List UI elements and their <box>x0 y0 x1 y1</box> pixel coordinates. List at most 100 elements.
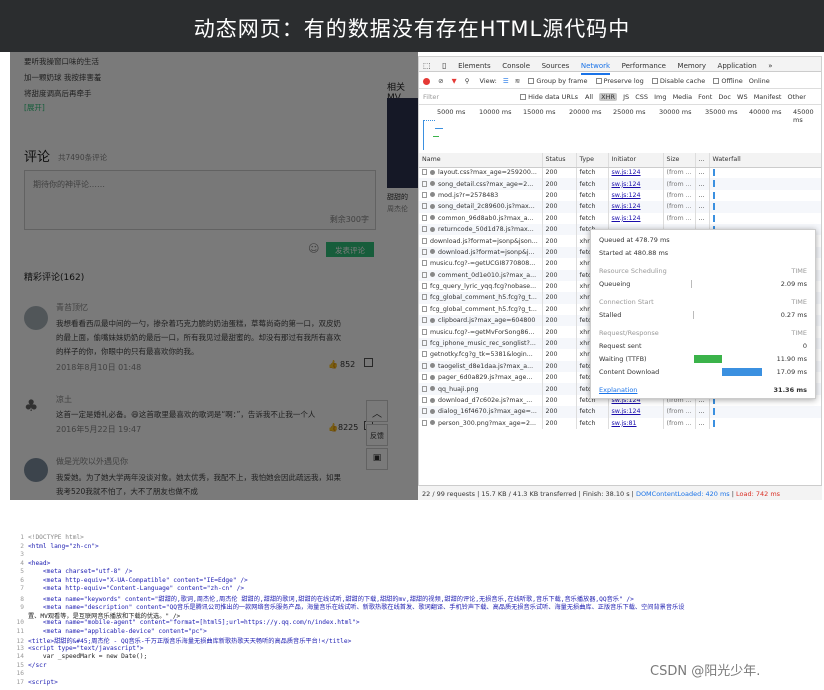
line-number: 5 <box>20 568 24 575</box>
request-name-cell: song_detail_2c89600.js?max... <box>419 201 543 213</box>
offline-checkbox[interactable] <box>713 78 720 84</box>
column-header[interactable]: Initiator <box>608 153 664 168</box>
tab-memory[interactable]: Memory <box>678 62 706 70</box>
comment-user[interactable]: 做是光吹以外遇见你 <box>56 456 128 467</box>
request-time-cell: ... <box>695 178 710 190</box>
comment-user[interactable]: 凉土 <box>56 394 72 405</box>
explanation-link[interactable]: Explanation <box>599 386 637 394</box>
request-time-cell: ... <box>695 417 710 429</box>
network-overview[interactable]: 5000 ms 10000 ms 15000 ms 20000 ms 25000… <box>419 106 821 156</box>
filter-ws[interactable]: WS <box>737 93 748 101</box>
filter-xhr[interactable]: XHR <box>599 93 618 101</box>
request-name: comment_0d1e010.js?max_a... <box>438 271 537 279</box>
column-header[interactable]: Status <box>542 153 577 168</box>
tab-sources[interactable]: Sources <box>542 62 570 70</box>
expand-link[interactable]: [展开] <box>24 102 45 113</box>
file-icon <box>422 408 427 415</box>
request-name-cell: fcg_global_comment_h5.fcg?g_t... <box>419 292 543 304</box>
request-status-cell: 200 <box>542 280 577 293</box>
request-status-cell: 200 <box>542 167 577 179</box>
queueing-label: Queueing <box>599 280 631 288</box>
column-header[interactable]: Waterfall <box>709 153 821 168</box>
waterfall-cell <box>709 167 821 179</box>
tab-console[interactable]: Console <box>502 62 530 70</box>
search-icon[interactable]: ⚲ <box>465 77 470 85</box>
request-time: ... <box>698 169 705 177</box>
column-header[interactable]: ... <box>695 153 710 168</box>
request-row[interactable]: mod.js?r=2578483 200 fetch sw.js:124 (from .… <box>419 189 821 202</box>
mv-thumbnail[interactable] <box>387 98 418 188</box>
request-name: dialog_16f4670.js?max_age=... <box>438 408 537 416</box>
like-icon[interactable]: 👍 <box>328 360 338 369</box>
reply-icon[interactable] <box>364 358 373 367</box>
column-header[interactable]: Type <box>576 153 609 168</box>
request-status-cell: 200 <box>542 337 577 350</box>
filter-css[interactable]: CSS <box>635 93 648 101</box>
comment-user[interactable]: 青苔顶忆 <box>56 302 88 313</box>
group-by-frame-checkbox[interactable] <box>528 78 535 84</box>
request-type: fetch <box>579 419 596 427</box>
request-type: xhr <box>579 237 590 245</box>
filter-other[interactable]: Other <box>788 93 806 101</box>
clear-icon[interactable]: ⊘ <box>438 77 443 85</box>
avatar[interactable]: ♣ <box>24 396 48 416</box>
request-initiator[interactable]: sw.js:124 <box>612 203 641 210</box>
request-initiator-cell: sw.js:124 <box>608 201 664 213</box>
comment-input[interactable]: 期待你的神评论…… 剩余300字 <box>24 170 376 230</box>
code-line: 11 <meta name="applicable-device" conten… <box>10 628 207 635</box>
device-toggle-icon[interactable]: ▯ <box>442 61 446 70</box>
tab-application[interactable]: Application <box>718 62 757 70</box>
overview-icon[interactable]: ≋ <box>515 77 520 85</box>
filter-font[interactable]: Font <box>698 93 712 101</box>
request-type: fetch <box>579 180 596 188</box>
column-header[interactable]: Size <box>663 153 696 168</box>
request-initiator[interactable]: sw.js:124 <box>612 408 641 415</box>
filter-all[interactable]: All <box>585 93 593 101</box>
request-status: 200 <box>545 294 558 302</box>
more-tabs-icon[interactable]: » <box>768 62 772 70</box>
record-icon[interactable] <box>423 77 430 85</box>
request-row[interactable]: song_detail.css?max_age=2... 200 fetch sw.j… <box>419 178 821 190</box>
filter-img[interactable]: Img <box>654 93 666 101</box>
request-row[interactable]: song_detail_2c89600.js?max... 200 fetch sw.… <box>419 201 821 213</box>
inspect-icon[interactable]: ⬚ <box>423 61 431 70</box>
throttling-select[interactable]: Online <box>749 77 770 85</box>
request-initiator[interactable]: sw.js:124 <box>612 169 641 176</box>
request-row[interactable]: layout.css?max_age=259200... 200 fetch sw.j… <box>419 167 821 179</box>
request-initiator[interactable]: sw.js:124 <box>612 181 641 188</box>
request-initiator[interactable]: sw.js:81 <box>612 420 637 427</box>
large-rows-icon[interactable]: ☰ <box>503 77 509 85</box>
request-name-cell: qq_huaji.png <box>419 383 543 395</box>
request-name: layout.css?max_age=259200... <box>438 169 537 177</box>
emoji-icon[interactable]: ☺ <box>308 242 324 256</box>
filter-js[interactable]: JS <box>623 93 629 101</box>
tab-elements[interactable]: Elements <box>458 62 491 70</box>
preserve-log-checkbox[interactable] <box>595 78 602 84</box>
submit-comment-button[interactable]: 发表评论 <box>326 242 374 257</box>
request-name: returncode_50d1d78.js?max... <box>438 226 534 234</box>
tab-performance[interactable]: Performance <box>622 62 666 70</box>
request-row[interactable]: person_300.png?max_age=2... 200 fetch sw.js… <box>419 417 821 429</box>
request-initiator[interactable]: sw.js:124 <box>612 192 641 199</box>
started-at: Started at 480.88 ms <box>599 249 669 257</box>
avatar[interactable] <box>24 306 48 330</box>
mv-caption[interactable]: 甜甜的 <box>387 192 408 202</box>
disable-cache-checkbox[interactable] <box>651 78 658 84</box>
filter-input[interactable]: Filter <box>423 93 518 101</box>
request-status: 200 <box>545 374 558 382</box>
hide-data-urls-checkbox[interactable] <box>520 94 527 100</box>
like-icon[interactable]: 👍 <box>328 423 338 432</box>
request-row[interactable]: common_96d8ab0.js?max_a... 200 fetch sw.js:… <box>419 212 821 224</box>
filter-icon[interactable]: ▼ <box>452 77 457 85</box>
waterfall-bar <box>712 214 715 222</box>
request-row[interactable]: dialog_16f4670.js?max_age=... 200 fetch sw.… <box>419 406 821 418</box>
request-name: download.js?format=jsonp&j... <box>438 248 535 256</box>
request-initiator[interactable]: sw.js:124 <box>612 215 641 222</box>
column-header[interactable]: Name <box>419 153 543 168</box>
file-icon <box>422 351 427 358</box>
request-name: fcg_global_comment_h5.fcg?g_t... <box>430 294 537 302</box>
filter-media[interactable]: Media <box>673 93 693 101</box>
filter-doc[interactable]: Doc <box>718 93 731 101</box>
avatar[interactable] <box>24 458 48 482</box>
filter-manifest[interactable]: Manifest <box>754 93 782 101</box>
